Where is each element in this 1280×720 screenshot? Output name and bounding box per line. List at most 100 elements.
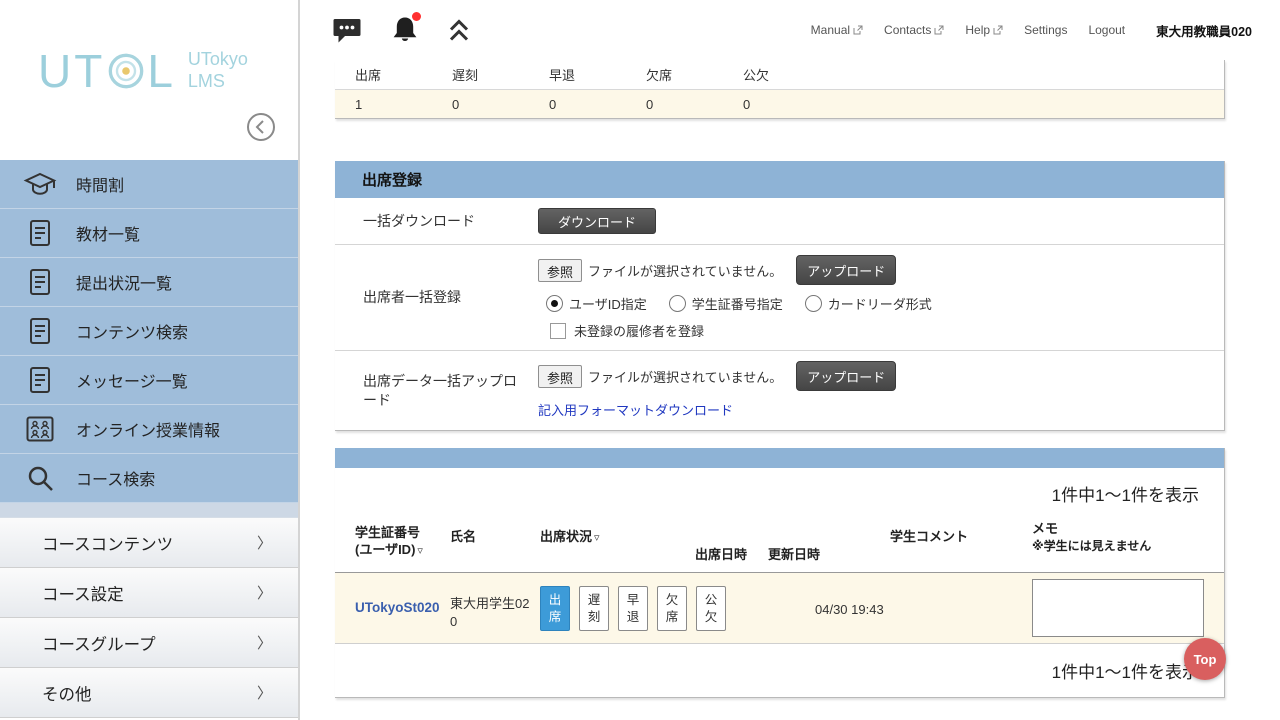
upload-button[interactable]: アップロード [796, 255, 896, 285]
summary-value-late: 0 [432, 97, 529, 112]
checkbox[interactable] [550, 323, 566, 339]
summary-header-late: 遅刻 [432, 65, 529, 84]
external-link-icon [993, 25, 1003, 35]
sidebar-item-course-group[interactable]: コースグループ 〉 [0, 618, 298, 668]
status-button-present[interactable]: 出席 [540, 586, 570, 631]
result-count-bottom: 1件中1〜1件を表示 [1052, 658, 1199, 683]
radio-button[interactable] [546, 295, 563, 312]
browse-file-button[interactable]: 参照 [538, 259, 582, 282]
summary-header-present: 出席 [335, 65, 432, 84]
upload-button[interactable]: アップロード [796, 361, 896, 391]
attendance-summary-table: 出席 遅刻 早退 欠席 公欠 1 0 0 0 0 [335, 60, 1225, 119]
notification-badge [412, 12, 421, 21]
manual-link[interactable]: Manual [811, 23, 863, 37]
row-label: 出席者一括登録 [335, 288, 538, 306]
logo-text-ut: UT [38, 44, 105, 98]
memo-textarea[interactable] [1032, 579, 1204, 637]
sidebar-item-label: コンテンツ検索 [76, 319, 188, 343]
sidebar-item-messages[interactable]: メッセージ一覧 [0, 356, 298, 405]
attendance-register-section: 出席登録 一括ダウンロード ダウンロード 出席者一括登録 参照 ファイルが選択さ… [335, 161, 1225, 431]
logo-text-l: L [147, 44, 176, 98]
summary-header-excused: 公欠 [723, 65, 820, 84]
submenu-label: コースグループ [42, 631, 156, 655]
settings-link[interactable]: Settings [1024, 23, 1067, 37]
utol-logo: UT L UTokyo LMS [38, 44, 248, 98]
students-table-footer: 1件中1〜1件を表示 [335, 644, 1224, 697]
collapse-up-icon[interactable] [448, 18, 470, 43]
sidebar-item-materials[interactable]: 教材一覧 [0, 209, 298, 258]
radio-option-student-number[interactable]: 学生証番号指定 [669, 294, 783, 313]
external-link-icon [934, 25, 944, 35]
radio-button[interactable] [669, 295, 686, 312]
sidebar-item-label: オンライン授業情報 [76, 417, 220, 441]
summary-header-absent: 欠席 [626, 65, 723, 84]
row-label: 出席データ一括アップロード [335, 372, 538, 408]
column-header-status[interactable]: 出席状況▿ [540, 529, 600, 546]
column-header-comment: 学生コメント [890, 529, 968, 546]
sidebar-item-course-settings[interactable]: コース設定 〉 [0, 568, 298, 618]
summary-value-absent: 0 [626, 97, 723, 112]
sidebar-item-course-search[interactable]: コース検索 [0, 454, 298, 503]
student-attendance-section: 1件中1〜1件を表示 学生証番号 (ユーザID)▿ 氏名 出席状況▿ 出席日時 … [335, 448, 1225, 698]
column-header-name: 氏名 [450, 529, 476, 546]
help-link[interactable]: Help [965, 23, 1003, 37]
register-unenrolled-option[interactable]: 未登録の履修者を登録 [538, 321, 1224, 340]
chevron-right-icon: 〉 [257, 682, 272, 703]
format-download-link[interactable]: 記入用フォーマットダウンロード [538, 400, 733, 419]
section-header-bar [335, 448, 1224, 468]
summary-values-row: 1 0 0 0 0 [335, 89, 1224, 118]
summary-value-early-leave: 0 [529, 97, 626, 112]
document-icon [18, 268, 62, 296]
sidebar-item-submissions[interactable]: 提出状況一覧 [0, 258, 298, 307]
document-icon [18, 219, 62, 247]
chevron-right-icon: 〉 [257, 632, 272, 653]
bulk-download-row: 一括ダウンロード ダウンロード [335, 198, 1224, 245]
radio-option-user-id[interactable]: ユーザID指定 [546, 294, 647, 313]
logout-link[interactable]: Logout [1088, 23, 1125, 37]
sidebar-menu: 時間割 教材一覧 提出状況一覧 コンテンツ検索 メッセージ一覧 [0, 160, 298, 503]
radio-option-card-reader[interactable]: カードリーダ形式 [805, 294, 932, 313]
topbar: Manual Contacts Help Settings Logout 東大用… [300, 0, 1280, 60]
sidebar-item-label: 時間割 [76, 172, 124, 196]
sidebar-item-course-contents[interactable]: コースコンテンツ 〉 [0, 518, 298, 568]
student-row: UTokyoSt020 東大用学生020 出席 遅刻 早退 欠席 公欠 04/3… [335, 573, 1224, 644]
radio-button[interactable] [805, 295, 822, 312]
status-button-absent[interactable]: 欠席 [657, 586, 687, 631]
summary-header-row: 出席 遅刻 早退 欠席 公欠 [335, 60, 1224, 89]
id-type-radio-group: ユーザID指定 学生証番号指定 カードリーダ形式 [538, 294, 1224, 313]
contacts-link[interactable]: Contacts [884, 23, 944, 37]
sidebar-item-label: 提出状況一覧 [76, 270, 172, 294]
student-name: 東大用学生020 [450, 595, 534, 630]
column-header-student-id[interactable]: 学生証番号 (ユーザID)▿ [355, 525, 423, 559]
row-label: 一括ダウンロード [335, 212, 538, 230]
sidebar-collapse-button[interactable] [246, 112, 276, 142]
logged-in-user[interactable]: 東大用教職員020 [1156, 21, 1252, 40]
browse-file-button[interactable]: 参照 [538, 365, 582, 388]
notifications-bell-icon[interactable] [390, 15, 420, 45]
no-file-selected-text: ファイルが選択されていません。 [588, 367, 782, 386]
logo-subtitle: UTokyo LMS [188, 49, 248, 92]
sidebar-item-online-class-info[interactable]: オンライン授業情報 [0, 405, 298, 454]
submenu-label: コース設定 [42, 581, 124, 605]
data-upload-row: 出席データ一括アップロード 参照 ファイルが選択されていません。 アップロード … [335, 351, 1224, 430]
scroll-to-top-button[interactable]: Top [1184, 638, 1226, 680]
column-header-attend-date: 出席日時 [695, 547, 747, 564]
status-button-excused[interactable]: 公欠 [696, 586, 726, 631]
chat-icon[interactable] [332, 17, 362, 44]
student-id-link[interactable]: UTokyoSt020 [355, 600, 440, 615]
sort-icon: ▿ [594, 532, 600, 544]
status-button-early-leave[interactable]: 早退 [618, 586, 648, 631]
logo-area: UT L UTokyo LMS [0, 0, 298, 160]
attendance-timestamp: 04/30 19:43 [815, 602, 884, 617]
sidebar-item-others[interactable]: その他 〉 [0, 668, 298, 718]
column-header-memo: メモ ※学生には見えません [1032, 521, 1151, 555]
sidebar-item-timetable[interactable]: 時間割 [0, 160, 298, 209]
submenu-label: コースコンテンツ [42, 531, 173, 555]
sidebar-item-content-search[interactable]: コンテンツ検索 [0, 307, 298, 356]
sidebar-item-label: 教材一覧 [76, 221, 140, 245]
sidebar-divider [0, 503, 298, 518]
sort-icon: ▿ [417, 545, 423, 557]
column-header-update-date: 更新日時 [768, 547, 820, 564]
download-button[interactable]: ダウンロード [538, 208, 656, 234]
status-button-late[interactable]: 遅刻 [579, 586, 609, 631]
